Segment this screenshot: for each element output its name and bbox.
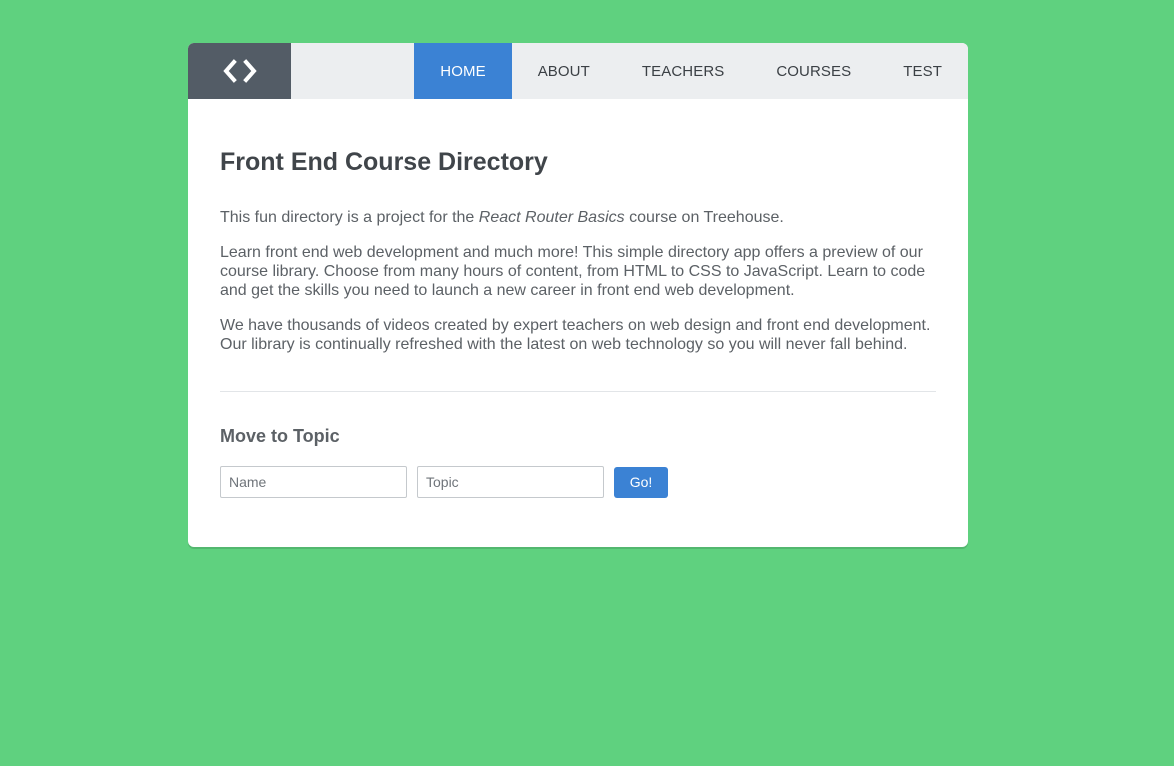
library-paragraph: We have thousands of videos created by e… <box>220 317 931 353</box>
nav-item-home[interactable]: HOME <box>414 43 512 99</box>
logo[interactable] <box>188 43 291 99</box>
description-paragraph: Learn front end web development and much… <box>220 244 926 299</box>
topic-form: Go! <box>220 466 936 498</box>
topic-form-heading: Move to Topic <box>220 426 340 446</box>
nav-item-teachers[interactable]: TEACHERS <box>616 43 750 99</box>
main-nav: HOME ABOUT TEACHERS COURSES TEST <box>414 43 968 99</box>
nav-item-test[interactable]: TEST <box>877 43 968 99</box>
nav-item-courses[interactable]: COURSES <box>750 43 877 99</box>
nav-item-about[interactable]: ABOUT <box>512 43 616 99</box>
topic-input[interactable] <box>417 466 604 498</box>
intro-paragraph: This fun directory is a project for the … <box>220 208 936 227</box>
go-button[interactable]: Go! <box>614 466 668 498</box>
code-brackets-icon <box>222 59 258 83</box>
header-bar: HOME ABOUT TEACHERS COURSES TEST <box>188 43 968 99</box>
page-title: Front End Course Directory <box>220 148 548 176</box>
name-input[interactable] <box>220 466 407 498</box>
divider <box>220 391 936 392</box>
course-name: React Router Basics <box>478 209 625 226</box>
intro-text-before: This fun directory is a project for the <box>220 209 479 226</box>
main-card: HOME ABOUT TEACHERS COURSES TEST Front E… <box>188 43 968 547</box>
intro-text-after: course on Treehouse. <box>624 209 784 226</box>
main-content: Front End Course Directory This fun dire… <box>220 99 936 498</box>
